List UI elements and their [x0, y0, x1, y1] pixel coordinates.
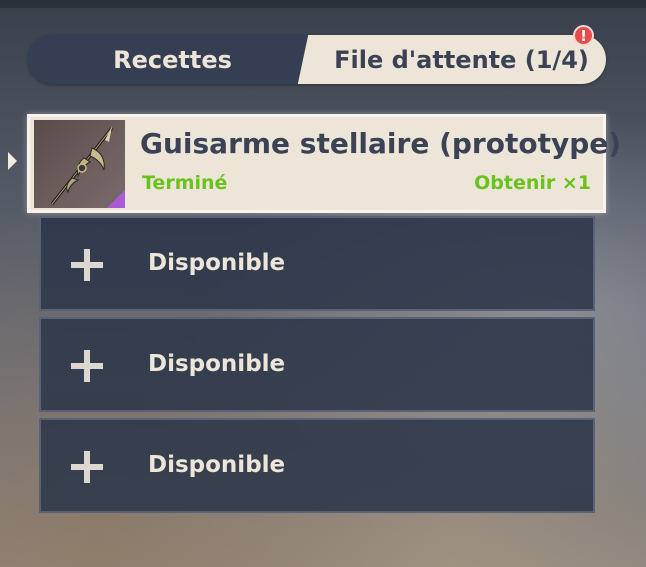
tab-recipes-label: Recettes: [113, 45, 232, 74]
obtain-button[interactable]: Obtenir ×1: [474, 172, 591, 194]
queue-slot-available[interactable]: Disponible: [39, 216, 595, 311]
tab-recipes[interactable]: Recettes: [28, 35, 317, 84]
item-name: Guisarme stellaire (prototype): [140, 127, 622, 160]
tab-queue-label: File d'attente (1/4): [334, 45, 589, 74]
tab-queue[interactable]: File d'attente (1/4): [317, 35, 606, 84]
item-status: Terminé: [142, 172, 228, 194]
rarity-marker: [107, 190, 125, 208]
polearm-icon: [34, 120, 125, 208]
plus-icon: [69, 348, 105, 384]
selection-arrow-icon: [8, 152, 17, 170]
slot-label: Disponible: [148, 351, 286, 377]
plus-icon: [69, 449, 105, 485]
queue-slot-available[interactable]: Disponible: [39, 418, 595, 513]
tab-bar: Recettes File d'attente (1/4): [28, 35, 606, 84]
slot-label: Disponible: [148, 452, 286, 478]
slot-label: Disponible: [148, 250, 286, 276]
top-bar: [0, 0, 646, 8]
alert-badge-icon: !: [573, 25, 594, 46]
plus-icon: [69, 247, 105, 283]
queue-slot-available[interactable]: Disponible: [39, 317, 595, 412]
queue-item-active[interactable]: Guisarme stellaire (prototype) Terminé O…: [27, 114, 621, 213]
